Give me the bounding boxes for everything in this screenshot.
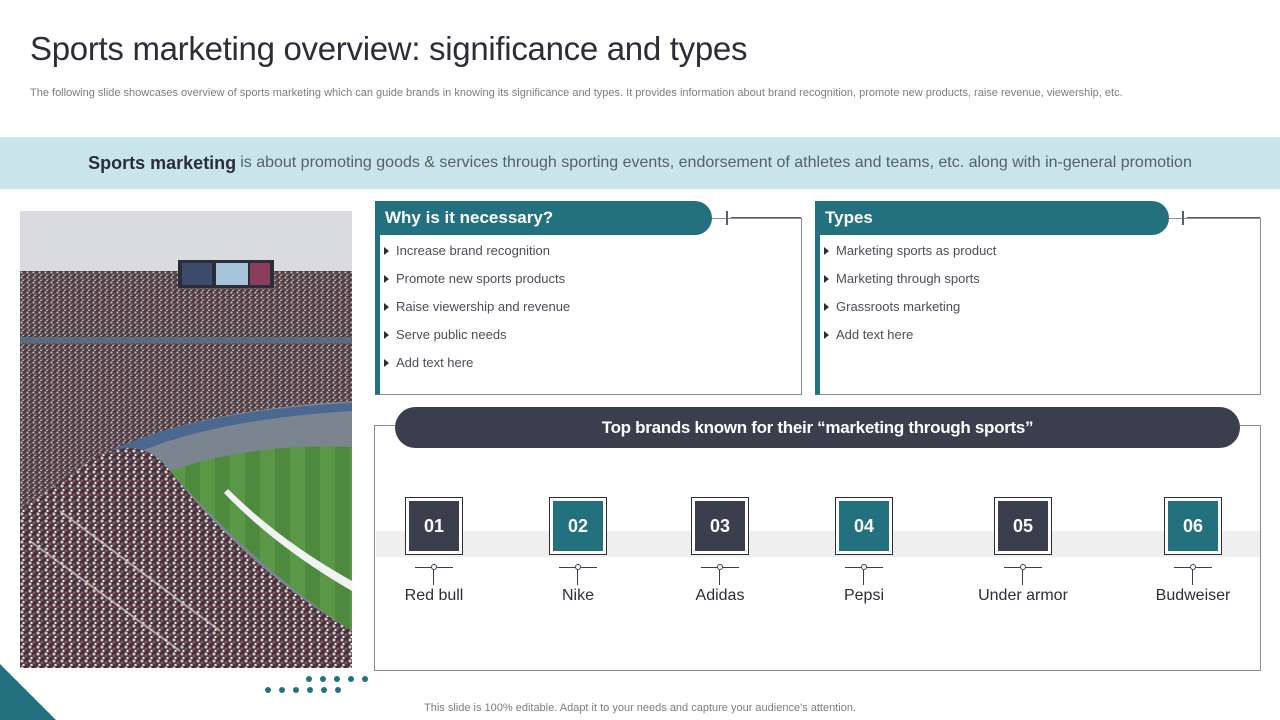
brand-connector bbox=[1174, 555, 1212, 585]
brand-red-bull: 01 Red bull bbox=[374, 497, 494, 605]
page-title: Sports marketing overview: significance … bbox=[30, 30, 748, 67]
brand-number-box: 06 bbox=[1164, 497, 1222, 555]
brand-number: 03 bbox=[695, 501, 745, 551]
dot-pattern-decoration bbox=[262, 676, 372, 698]
brand-budweiser: 06 Budweiser bbox=[1133, 497, 1253, 605]
list-item: Add text here bbox=[384, 355, 570, 383]
brand-name: Adidas bbox=[695, 587, 745, 604]
brand-connector bbox=[1004, 555, 1042, 585]
brand-pepsi: 04 Pepsi bbox=[804, 497, 924, 605]
brand-name: Red bull bbox=[404, 587, 464, 604]
brand-under-armor: 05 Under armor bbox=[963, 497, 1083, 605]
brand-number-box: 01 bbox=[405, 497, 463, 555]
list-item: Promote new sports products bbox=[384, 271, 570, 299]
brand-number: 04 bbox=[839, 501, 889, 551]
types-heading: Types bbox=[815, 201, 1169, 235]
brand-adidas: 03 Adidas bbox=[660, 497, 780, 605]
brand-connector bbox=[559, 555, 597, 585]
connector-line bbox=[726, 211, 801, 225]
brand-number-box: 05 bbox=[994, 497, 1052, 555]
stadium-photo bbox=[20, 211, 352, 668]
banner-text: is about promoting goods & services thro… bbox=[240, 154, 1192, 171]
necessary-list: Increase brand recognition Promote new s… bbox=[384, 243, 570, 383]
brand-nike: 02 Nike bbox=[518, 497, 638, 605]
brand-number: 06 bbox=[1168, 501, 1218, 551]
brand-number: 02 bbox=[553, 501, 603, 551]
list-item: Grassroots marketing bbox=[824, 299, 996, 327]
list-item: Marketing sports as product bbox=[824, 243, 996, 271]
brand-number: 01 bbox=[409, 501, 459, 551]
necessary-heading: Why is it necessary? bbox=[375, 201, 712, 235]
connector-line bbox=[1182, 211, 1260, 225]
page-subtitle: The following slide showcases overview o… bbox=[30, 87, 1123, 99]
brand-number: 05 bbox=[998, 501, 1048, 551]
footer-note: This slide is 100% editable. Adapt it to… bbox=[424, 702, 856, 714]
brand-connector bbox=[701, 555, 739, 585]
list-item: Add text here bbox=[824, 327, 996, 355]
brand-connector bbox=[845, 555, 883, 585]
list-item: Serve public needs bbox=[384, 327, 570, 355]
types-list: Marketing sports as product Marketing th… bbox=[824, 243, 996, 355]
brand-number-box: 04 bbox=[835, 497, 893, 555]
brands-heading: Top brands known for their “marketing th… bbox=[395, 407, 1240, 448]
brand-number-box: 02 bbox=[549, 497, 607, 555]
brand-name: Nike bbox=[561, 587, 594, 604]
brand-name: Under armor bbox=[978, 587, 1068, 604]
list-item: Marketing through sports bbox=[824, 271, 996, 299]
definition-banner: Sports marketing is about promoting good… bbox=[0, 137, 1280, 189]
brand-number-box: 03 bbox=[691, 497, 749, 555]
list-item: Raise viewership and revenue bbox=[384, 299, 570, 327]
brand-name: Pepsi bbox=[843, 587, 885, 604]
banner-lead: Sports marketing bbox=[88, 152, 237, 173]
brand-name: Budweiser bbox=[1155, 587, 1231, 604]
list-item: Increase brand recognition bbox=[384, 243, 570, 271]
brand-connector bbox=[415, 555, 453, 585]
